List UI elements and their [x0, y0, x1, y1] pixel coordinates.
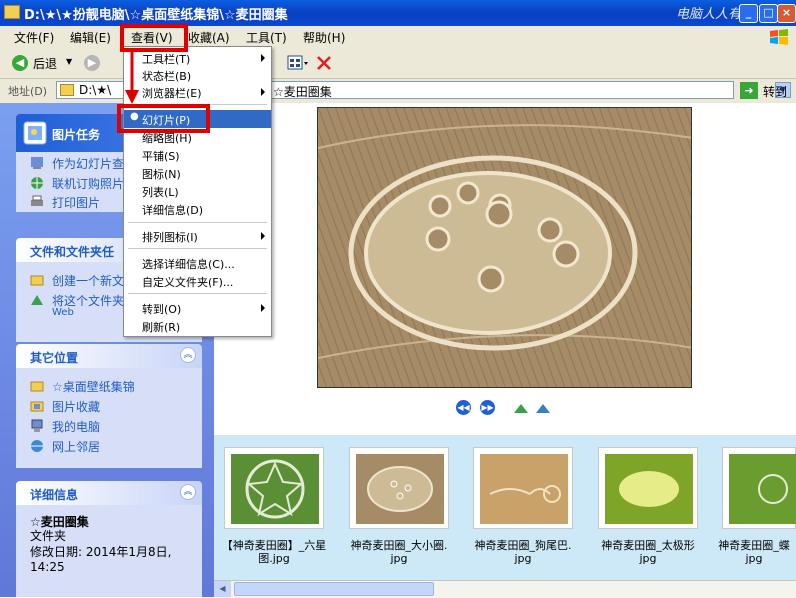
thumbnail-2[interactable]: [349, 447, 449, 529]
menu-help[interactable]: 帮助(H): [303, 29, 345, 46]
picture-folder-icon: [23, 121, 47, 145]
thumbnail-2-caption: 神奇麦田圈_大小圈. jpg: [350, 539, 448, 565]
close-button[interactable]: ×: [777, 4, 796, 23]
network-icon: [31, 440, 43, 452]
address-folder-icon: [60, 84, 74, 96]
menu-item-details[interactable]: 详细信息(D): [124, 200, 271, 218]
menu-item-status-bar[interactable]: 状态栏(B): [124, 66, 271, 84]
go-button-label[interactable]: 转到: [763, 83, 787, 100]
menu-item-icons[interactable]: 图标(N): [124, 164, 271, 182]
thumbnail-3[interactable]: [473, 447, 573, 529]
thumbnail-5-image: [729, 454, 796, 524]
windows-logo-icon: [770, 29, 788, 45]
thumbnail-5-caption: 神奇麦田圈_蝶 jpg: [718, 539, 790, 565]
thumbnail-4-image: [605, 454, 693, 524]
minimize-button[interactable]: _: [739, 4, 758, 23]
pictures-folder-icon: [30, 401, 44, 412]
thumbnail-3-image: [480, 454, 568, 524]
crop-circle-picture: [318, 108, 691, 387]
globe-icon: [31, 177, 43, 189]
address-label: 地址(D): [8, 85, 48, 98]
highlight-view-menu: [120, 24, 188, 52]
views-icon[interactable]: [287, 55, 309, 71]
other-places-panel: 其它位置 ︽ ☆桌面壁纸集锦 图片收藏 我的电脑 网上邻居: [16, 344, 202, 468]
thumbnail-5[interactable]: [722, 447, 796, 529]
menu-item-go-to[interactable]: 转到(O): [124, 299, 271, 317]
toolbar: ◀ 后退 ▼ ▶: [0, 48, 796, 79]
menu-separator: [128, 293, 267, 294]
collapse-details-icon[interactable]: ︽: [180, 484, 196, 500]
menu-separator: [128, 248, 267, 249]
menu-tools[interactable]: 工具(T): [246, 29, 287, 46]
menu-favorites[interactable]: 收藏(A): [188, 29, 230, 46]
new-folder-icon: [30, 275, 44, 286]
back-button-label[interactable]: 后退: [33, 55, 57, 72]
thumbnail-1[interactable]: [224, 447, 324, 529]
horizontal-scrollbar[interactable]: ◀: [214, 580, 796, 598]
highlight-filmstrip-item: [117, 104, 210, 133]
file-tasks-title: 文件和文件夹任: [30, 245, 115, 259]
picture-tasks-title: 图片任务: [52, 128, 101, 142]
brand-watermark: 电脑人人有: [676, 7, 742, 22]
thumbnail-3-caption: 神奇麦田圈_狗尾巴. jpg: [474, 539, 572, 565]
go-arrow-icon[interactable]: ➜: [740, 82, 758, 99]
details-panel: 详细信息 ︽ ☆麦田圈集 文件夹 修改日期: 2014年1月8日, 14:25: [16, 481, 202, 597]
thumbnail-2-image: [356, 454, 444, 524]
details-modified: 修改日期: 2014年1月8日, 14:25: [30, 545, 172, 574]
rotate-counterclockwise-icon[interactable]: [535, 401, 551, 415]
folder-icon: [4, 5, 20, 19]
scroll-left-icon[interactable]: ◀: [214, 581, 231, 597]
next-image-icon[interactable]: ▶▶: [480, 400, 495, 415]
thumbnail-1-caption: 【神奇麦田圈】_六星 图.jpg: [221, 539, 327, 565]
annotation-arrow-icon: [125, 52, 139, 104]
slideshow-icon: [31, 157, 43, 169]
details-type: 文件夹: [30, 529, 67, 543]
previous-image-icon[interactable]: ◀◀: [456, 400, 471, 415]
computer-icon: [31, 419, 43, 432]
thumbnail-1-image: [231, 454, 319, 524]
other-places-title: 其它位置: [30, 351, 79, 365]
address-path-start: D:\★\: [79, 83, 112, 97]
menu-separator: [128, 222, 267, 223]
details-title: 详细信息: [30, 488, 79, 502]
forward-arrow-icon[interactable]: ▶: [84, 55, 100, 71]
submenu-arrow-icon: [261, 304, 265, 312]
submenu-arrow-icon: [261, 232, 265, 240]
menu-item-customize-folder[interactable]: 自定义文件夹(F)...: [124, 272, 271, 290]
delete-x-icon[interactable]: [316, 55, 332, 71]
view-menu-dropdown: 工具栏(T) 状态栏(B) 浏览器栏(E) ● 幻灯片(P) 缩略图(H) 平铺…: [123, 46, 272, 337]
preview-image[interactable]: [317, 107, 692, 388]
menu-item-explorer-bar[interactable]: 浏览器栏(E): [124, 83, 271, 101]
address-bar: 地址(D) D:\★\ ☆麦田圈集 ▼ ➜ 转到: [0, 79, 796, 104]
back-arrow-icon[interactable]: ◀: [12, 55, 28, 71]
menu-edit[interactable]: 编辑(E): [70, 29, 111, 46]
menu-item-arrange-icons[interactable]: 排列图标(I): [124, 227, 271, 245]
menu-file[interactable]: 文件(F): [14, 29, 54, 46]
window-title: D:\★\★扮靓电脑\☆桌面壁纸集锦\☆麦田圈集: [24, 8, 288, 23]
folder-icon: [30, 381, 44, 392]
menu-item-refresh[interactable]: 刷新(R): [124, 317, 271, 335]
publish-web-icon: [31, 295, 43, 305]
menu-item-list[interactable]: 列表(L): [124, 182, 271, 200]
rotate-clockwise-icon[interactable]: [513, 401, 529, 415]
maximize-button[interactable]: □: [759, 4, 778, 23]
address-path-end: ☆麦田圈集: [273, 85, 332, 99]
menu-item-tiles[interactable]: 平铺(S): [124, 146, 271, 164]
title-bar: D:\★\★扮靓电脑\☆桌面壁纸集锦\☆麦田圈集 电脑人人有 _ □ ×: [0, 0, 796, 26]
back-history-dropdown-icon[interactable]: ▼: [66, 57, 72, 66]
printer-icon: [31, 195, 43, 206]
scrollbar-thumb[interactable]: [234, 582, 434, 596]
thumbnail-4-caption: 神奇麦田圈_太极形 jpg: [601, 539, 695, 565]
submenu-arrow-icon: [261, 54, 265, 62]
task-publish-web-suffix[interactable]: Web: [52, 307, 74, 318]
submenu-arrow-icon: [261, 88, 265, 96]
collapse-other-places-icon[interactable]: ︽: [180, 347, 196, 363]
menu-item-choose-details[interactable]: 选择详细信息(C)...: [124, 254, 271, 272]
thumbnail-4[interactable]: [598, 447, 698, 529]
